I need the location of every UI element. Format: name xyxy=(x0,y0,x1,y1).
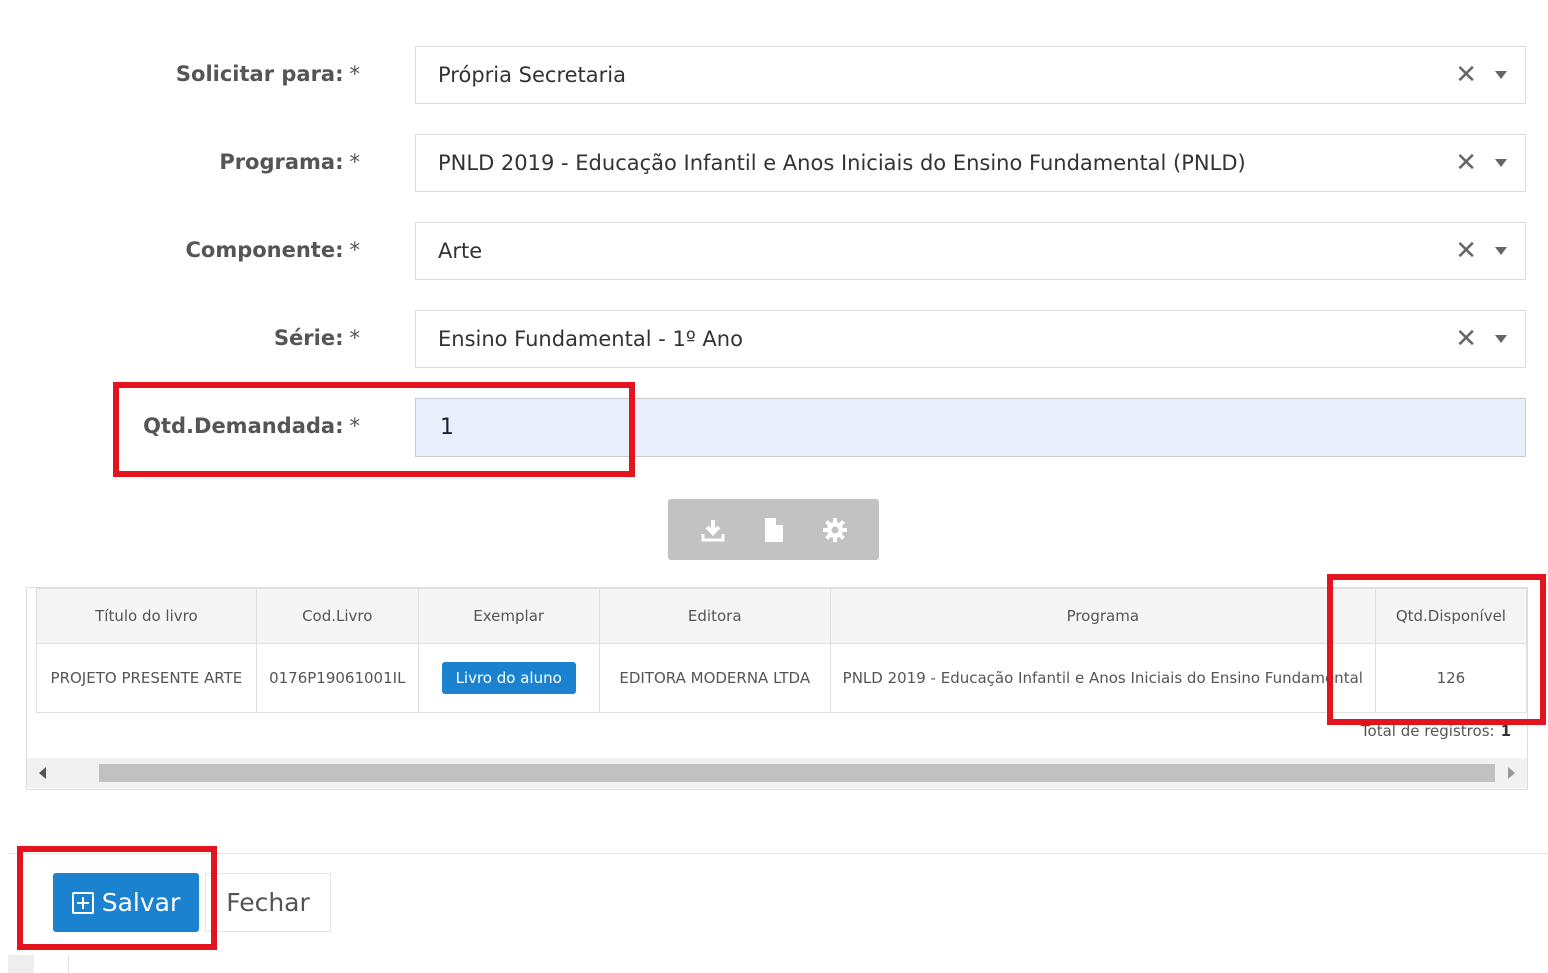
cell-titulo: PROJETO PRESENTE ARTE xyxy=(36,643,257,713)
cell-exemplar: Livro do aluno xyxy=(417,643,600,713)
required-marker: * xyxy=(349,62,361,86)
scroll-left-icon[interactable] xyxy=(39,767,46,779)
books-grid: Título do livro Cod.Livro Exemplar Edito… xyxy=(26,587,1528,790)
componente-select[interactable]: Arte ✕ xyxy=(415,222,1526,280)
programa-value: PNLD 2019 - Educação Infantil e Anos Ini… xyxy=(438,151,1246,175)
column-header-titulo[interactable]: Título do livro xyxy=(36,588,257,644)
column-header-programa[interactable]: Programa xyxy=(829,588,1376,644)
highlight-qtd-disponivel xyxy=(1327,574,1546,725)
close-button-label: Fechar xyxy=(226,888,310,917)
chevron-down-icon[interactable] xyxy=(1495,335,1507,343)
highlight-save-button xyxy=(17,846,217,950)
highlight-qtd-demandada xyxy=(113,382,635,477)
grid-toolbar xyxy=(668,499,879,560)
required-marker: * xyxy=(349,326,361,350)
column-header-cod[interactable]: Cod.Livro xyxy=(255,588,419,644)
table-header-row: Título do livro Cod.Livro Exemplar Edito… xyxy=(36,588,1528,644)
clear-icon[interactable]: ✕ xyxy=(1455,324,1477,354)
cell-programa: PNLD 2019 - Educação Infantil e Anos Ini… xyxy=(829,643,1376,713)
file-icon[interactable] xyxy=(756,512,792,548)
books-table: Título do livro Cod.Livro Exemplar Edito… xyxy=(36,588,1528,713)
column-header-editora[interactable]: Editora xyxy=(598,588,831,644)
solicitar-para-label-text: Solicitar para: xyxy=(175,62,344,86)
componente-value: Arte xyxy=(438,239,483,263)
scrollbar-thumb[interactable] xyxy=(99,764,1495,782)
scroll-right-icon[interactable] xyxy=(1508,767,1515,779)
programa-label-text: Programa: xyxy=(219,150,344,174)
serie-select[interactable]: Ensino Fundamental - 1º Ano ✕ xyxy=(415,310,1526,368)
serie-label-text: Série: xyxy=(273,326,344,350)
footer-divider xyxy=(8,853,1548,854)
programa-label: Programa: * xyxy=(219,150,360,174)
horizontal-scrollbar[interactable] xyxy=(27,758,1527,788)
column-header-exemplar[interactable]: Exemplar xyxy=(417,588,600,644)
bottom-corner-block xyxy=(8,955,34,973)
required-marker: * xyxy=(349,238,361,262)
clear-icon[interactable]: ✕ xyxy=(1455,60,1477,90)
table-row[interactable]: PROJETO PRESENTE ARTE 0176P19061001IL Li… xyxy=(36,643,1528,713)
serie-label: Série: * xyxy=(274,326,360,350)
componente-label: Componente: * xyxy=(185,238,360,262)
programa-select[interactable]: PNLD 2019 - Educação Infantil e Anos Ini… xyxy=(415,134,1526,192)
serie-value: Ensino Fundamental - 1º Ano xyxy=(438,327,743,351)
solicitar-para-value: Própria Secretaria xyxy=(438,63,626,87)
close-button[interactable]: Fechar xyxy=(205,873,331,932)
cell-cod: 0176P19061001IL xyxy=(255,643,419,713)
clear-icon[interactable]: ✕ xyxy=(1455,236,1477,266)
chevron-down-icon[interactable] xyxy=(1495,247,1507,255)
componente-label-text: Componente: xyxy=(185,238,344,262)
required-marker: * xyxy=(349,150,361,174)
livro-do-aluno-button[interactable]: Livro do aluno xyxy=(441,662,576,694)
bottom-divider-line xyxy=(68,955,69,973)
chevron-down-icon[interactable] xyxy=(1495,159,1507,167)
download-icon[interactable] xyxy=(695,512,731,548)
clear-icon[interactable]: ✕ xyxy=(1455,148,1477,178)
solicitar-para-label: Solicitar para: * xyxy=(176,62,360,86)
chevron-down-icon[interactable] xyxy=(1495,71,1507,79)
solicitar-para-select[interactable]: Própria Secretaria ✕ xyxy=(415,46,1526,104)
gear-icon[interactable] xyxy=(817,512,853,548)
cell-editora: EDITORA MODERNA LTDA xyxy=(598,643,831,713)
